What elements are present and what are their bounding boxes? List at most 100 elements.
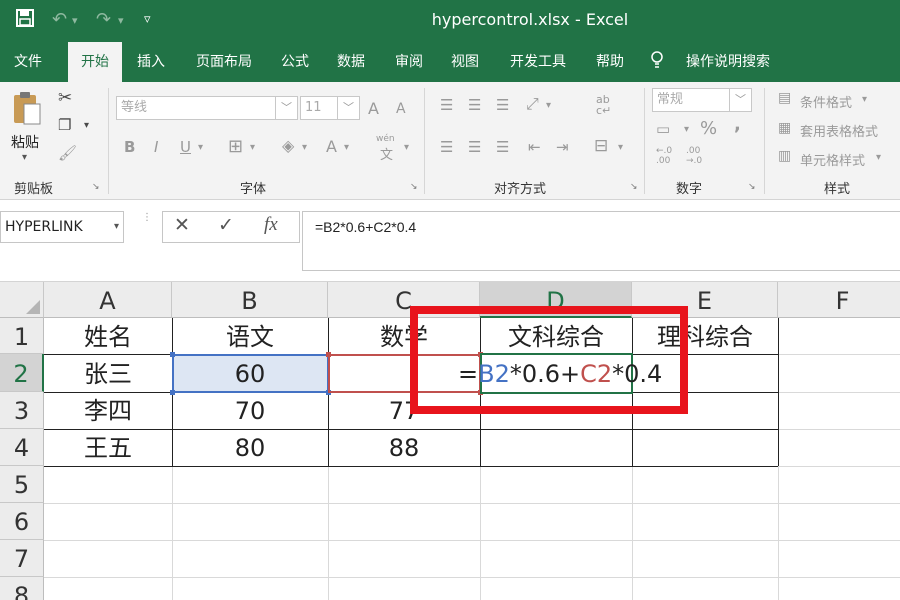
cut-icon[interactable]: ✂: [58, 88, 72, 108]
tab-home[interactable]: 开始: [68, 42, 122, 82]
name-box[interactable]: HYPERLINK ▾: [0, 211, 124, 243]
align-bottom-icon[interactable]: ☰: [496, 96, 509, 114]
align-center-icon[interactable]: ☰: [468, 138, 481, 156]
tell-me-label: 操作说明搜索: [686, 54, 770, 70]
tab-page-layout[interactable]: 页面布局: [184, 42, 264, 82]
currency-dropdown-icon[interactable]: ▾: [684, 124, 689, 135]
formula-bar: HYPERLINK ▾ ⋮ ✕ ✓ fx =B2*0.6+C2*0.4: [0, 200, 900, 282]
cell-a3[interactable]: 李四: [44, 392, 172, 431]
percent-button[interactable]: %: [700, 118, 717, 139]
format-as-table-button[interactable]: 套用表格格式: [800, 121, 878, 140]
select-all-corner[interactable]: [0, 282, 44, 318]
font-name-combo[interactable]: 等线 ﹀: [116, 96, 298, 120]
cell-styles-button[interactable]: 单元格样式: [800, 150, 865, 169]
fill-color-icon[interactable]: ◈: [282, 136, 294, 155]
copy-icon[interactable]: ❐: [58, 116, 71, 134]
styles-group-label: 样式: [824, 182, 851, 197]
paste-icon[interactable]: [12, 90, 42, 130]
align-top-icon[interactable]: ☰: [440, 96, 453, 114]
decrease-decimal-icon[interactable]: .00 →.0: [686, 146, 702, 166]
phonetic-dropdown-icon[interactable]: ▾: [404, 142, 409, 153]
cell-c4[interactable]: 88: [328, 429, 480, 468]
borders-icon[interactable]: ⊞: [228, 136, 243, 157]
paste-dropdown-icon[interactable]: ▾: [22, 152, 27, 163]
cell-a4[interactable]: 王五: [44, 429, 172, 468]
underline-dropdown-icon[interactable]: ▾: [198, 142, 203, 153]
row-header-6[interactable]: 6: [0, 503, 44, 540]
underline-button[interactable]: U: [180, 138, 191, 156]
column-header-f[interactable]: F: [778, 282, 900, 318]
tab-data[interactable]: 数据: [326, 42, 376, 82]
fill-dropdown-icon[interactable]: ▾: [302, 142, 307, 153]
font-launcher-icon[interactable]: ↘: [410, 182, 418, 192]
insert-function-icon[interactable]: fx: [264, 214, 278, 236]
cell-b2[interactable]: 60: [172, 354, 328, 394]
comma-button[interactable]: ,: [734, 114, 741, 135]
font-color-icon[interactable]: A: [326, 137, 337, 156]
tab-insert[interactable]: 插入: [124, 42, 178, 82]
shrink-font-icon[interactable]: A: [396, 101, 406, 117]
row-header-8[interactable]: 8: [0, 577, 44, 600]
cell-b3[interactable]: 70: [172, 392, 328, 431]
grow-font-icon[interactable]: A: [368, 99, 379, 118]
font-color-dropdown-icon[interactable]: ▾: [344, 142, 349, 153]
font-size-combo[interactable]: 11 ﹀: [300, 96, 360, 120]
tab-view[interactable]: 视图: [440, 42, 490, 82]
align-left-icon[interactable]: ☰: [440, 138, 453, 156]
group-divider: [764, 88, 765, 194]
alignment-launcher-icon[interactable]: ↘: [630, 182, 638, 192]
merge-dropdown-icon[interactable]: ▾: [618, 142, 623, 153]
merge-cells-icon[interactable]: ⊟: [594, 136, 608, 156]
format-as-table-icon: ▦: [778, 120, 792, 136]
row-header-2[interactable]: 2: [0, 354, 44, 392]
cell-b4[interactable]: 80: [172, 429, 328, 468]
increase-indent-icon[interactable]: ⇥: [556, 138, 569, 156]
row-header-5[interactable]: 5: [0, 466, 44, 503]
row-header-3[interactable]: 3: [0, 392, 44, 429]
align-middle-icon[interactable]: ☰: [468, 96, 481, 114]
tell-me-search[interactable]: 操作说明搜索: [650, 42, 790, 82]
format-painter-icon[interactable]: 🖌: [58, 144, 77, 162]
orientation-icon[interactable]: ⤢: [526, 94, 539, 114]
ribbon-tabs: 文件 开始 插入 页面布局 公式 数据 审阅 视图 开发工具 帮助 操作说明搜索: [0, 42, 900, 82]
title-bar: ↶ ▾ ↷ ▾ ▿ hypercontrol.xlsx - Excel: [0, 0, 900, 42]
currency-icon[interactable]: ▭: [656, 120, 670, 138]
cell-a1[interactable]: 姓名: [44, 318, 172, 356]
phonetic-icon[interactable]: wén: [376, 134, 395, 144]
cell-styles-dropdown-icon[interactable]: ▾: [876, 152, 881, 163]
borders-dropdown-icon[interactable]: ▾: [250, 142, 255, 153]
row-header-4[interactable]: 4: [0, 429, 44, 466]
decrease-indent-icon[interactable]: ⇤: [528, 138, 541, 156]
tab-review[interactable]: 审阅: [382, 42, 436, 82]
conditional-formatting-dropdown-icon[interactable]: ▾: [862, 94, 867, 105]
number-format-combo[interactable]: 常规 ﹀: [652, 88, 752, 112]
row-header-1[interactable]: 1: [0, 318, 44, 354]
enter-icon[interactable]: ✓: [218, 214, 234, 236]
bold-button[interactable]: B: [124, 138, 135, 156]
wrap-text-icon[interactable]: ab c↵: [596, 94, 611, 116]
orientation-dropdown-icon[interactable]: ▾: [546, 100, 551, 111]
tab-formulas[interactable]: 公式: [270, 42, 320, 82]
tab-developer[interactable]: 开发工具: [496, 42, 580, 82]
column-header-b[interactable]: B: [172, 282, 328, 318]
copy-dropdown-icon[interactable]: ▾: [84, 120, 89, 131]
tab-help[interactable]: 帮助: [586, 42, 634, 82]
increase-decimal-icon[interactable]: ←.0.00: [656, 146, 672, 166]
tab-file[interactable]: 文件: [0, 42, 56, 82]
cell-a2[interactable]: 张三: [44, 354, 172, 394]
number-launcher-icon[interactable]: ↘: [748, 182, 756, 192]
chevron-down-icon[interactable]: ▾: [114, 212, 119, 242]
italic-button[interactable]: I: [154, 138, 158, 156]
font-group-label: 字体: [240, 182, 267, 197]
align-right-icon[interactable]: ☰: [496, 138, 509, 156]
cell-b1[interactable]: 语文: [172, 318, 328, 356]
formula-input[interactable]: =B2*0.6+C2*0.4: [302, 211, 900, 271]
gridline: [480, 466, 481, 600]
conditional-formatting-button[interactable]: 条件格式: [800, 92, 852, 111]
clipboard-launcher-icon[interactable]: ↘: [92, 182, 100, 192]
cancel-icon[interactable]: ✕: [174, 214, 190, 236]
row-header-7[interactable]: 7: [0, 540, 44, 577]
group-divider: [644, 88, 645, 194]
paste-button-label[interactable]: 粘贴: [11, 132, 39, 152]
column-header-a[interactable]: A: [44, 282, 172, 318]
